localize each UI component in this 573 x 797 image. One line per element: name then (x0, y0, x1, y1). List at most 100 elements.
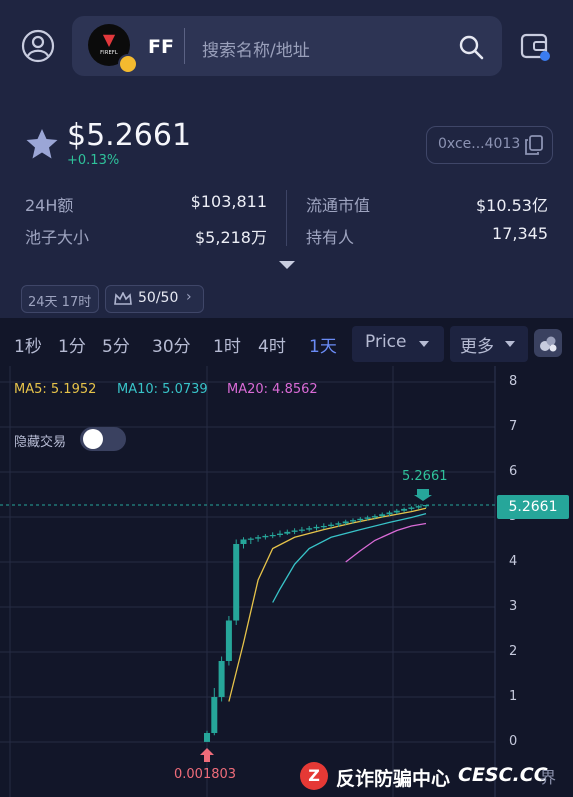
y-tick-1: 1 (509, 689, 518, 704)
last-price-tag: 5.2661 (497, 495, 569, 519)
candle-body (233, 544, 240, 621)
user-profile-icon[interactable] (21, 29, 55, 63)
chevron-right-icon: › (186, 289, 192, 305)
score-text: 50/50 (138, 290, 179, 306)
watermark-text-en: CESC.CC (458, 764, 548, 786)
low-marker-arrow (200, 748, 214, 762)
candle-body (408, 507, 415, 509)
score-chip[interactable]: 50/50 › (105, 285, 204, 313)
tab-1m[interactable]: 1分 (58, 332, 86, 357)
search-divider (184, 28, 185, 64)
hide-trades-toggle[interactable] (80, 427, 126, 451)
indicator-settings-button[interactable] (534, 329, 562, 357)
stat-value-holders: 17,345 (492, 224, 548, 243)
candle-body (284, 531, 291, 534)
candle-body (379, 514, 386, 517)
tab-4h[interactable]: 4时 (258, 332, 286, 357)
candle-body (313, 526, 320, 529)
tab-30m[interactable]: 30分 (152, 332, 191, 357)
more-dropdown-label: 更多 (460, 337, 494, 357)
hide-trades-label: 隐藏交易 (14, 435, 67, 450)
stat-label-holders: 持有人 (306, 228, 355, 247)
ma20-legend: MA20: 4.8562 (227, 382, 318, 397)
token-search-bar[interactable]: ▼ FIREFL FF 搜索名称/地址 (72, 16, 502, 76)
y-tick-2: 2 (509, 644, 518, 659)
high-marker-arrow (414, 489, 432, 502)
candle-body (247, 538, 254, 540)
token-logo: ▼ FIREFL (88, 24, 138, 74)
candle-body (401, 508, 408, 511)
y-tick-0: 0 (509, 734, 518, 749)
candle-body (328, 524, 335, 526)
caret-down-icon (419, 341, 429, 347)
candle-body (386, 512, 393, 515)
y-tick-8: 8 (509, 374, 518, 389)
crown-icon (114, 292, 132, 305)
caret-down-icon (505, 341, 515, 347)
copy-icon[interactable] (525, 135, 543, 155)
stat-value-mcap: $10.53亿 (476, 196, 548, 215)
candle-body (357, 518, 364, 521)
tab-5m[interactable]: 5分 (102, 332, 130, 357)
candle-body (364, 517, 371, 519)
timeframe-bar: 1秒 1分 5分 30分 1时 4时 1天 Price 更多 (0, 326, 573, 362)
y-tick-7: 7 (509, 419, 518, 434)
tab-1d[interactable]: 1天 (309, 332, 337, 357)
more-dropdown[interactable]: 更多 (450, 326, 528, 362)
tab-1s[interactable]: 1秒 (14, 332, 42, 357)
token-price: $5.2661 (67, 118, 192, 153)
candle-body (269, 535, 276, 537)
candle-body (306, 528, 313, 530)
price-change: +0.13% (67, 153, 120, 168)
candle-body (240, 539, 247, 544)
candle-body (218, 661, 225, 697)
candle-body (342, 521, 349, 524)
candle-body (350, 520, 356, 522)
candle-body (371, 516, 378, 518)
ma10-legend: MA10: 5.0739 (117, 382, 208, 397)
high-price-label: 5.2661 (402, 469, 448, 484)
candle-body (320, 526, 327, 528)
y-tick-3: 3 (509, 599, 518, 614)
candle-body (277, 533, 283, 535)
candle-body (423, 505, 429, 507)
ma10-line (272, 513, 427, 603)
low-price-label: 0.001803 (174, 767, 237, 782)
stat-label-volume: 24H额 (25, 196, 74, 215)
stat-value-volume: $103,811 (190, 192, 267, 211)
bnb-chain-badge-icon (118, 54, 138, 74)
token-symbol: FF (148, 36, 174, 58)
search-icon[interactable] (458, 34, 484, 60)
candle-body (393, 510, 400, 513)
candle-body (415, 506, 422, 508)
candle-body (291, 530, 298, 532)
indicators-icon (540, 336, 557, 352)
favorite-star-icon[interactable] (24, 127, 60, 161)
wallet-icon[interactable] (520, 31, 552, 63)
stat-label-mcap: 流通市值 (306, 196, 371, 215)
candle-body (204, 733, 210, 742)
watermark-text-cn: 反诈防骗中心 (336, 768, 451, 790)
candle-body (255, 537, 262, 539)
tab-1h[interactable]: 1时 (213, 332, 241, 357)
firefly-logo-icon: ▼ (102, 30, 116, 49)
search-input[interactable]: 搜索名称/地址 (202, 36, 310, 61)
ma20-line (345, 522, 427, 563)
stats-divider (286, 190, 287, 246)
ma5-legend: MA5: 5.1952 (14, 382, 97, 397)
stat-value-pool: $5,218万 (195, 228, 267, 247)
age-text: 24天 17时 (28, 295, 92, 310)
price-dropdown-label: Price (365, 332, 407, 352)
y-tick-6: 6 (509, 464, 518, 479)
candle-body (262, 535, 269, 538)
stat-label-pool: 池子大小 (25, 228, 90, 247)
candle-body (211, 697, 218, 733)
token-header-panel: ▼ FIREFL FF 搜索名称/地址 $5.2661 +0.13% 0xce.… (0, 0, 573, 318)
contract-address-button[interactable]: 0xce...4013 (426, 126, 553, 164)
expand-chevron-icon[interactable] (277, 260, 297, 270)
toggle-knob (83, 429, 103, 449)
candle-body (298, 529, 305, 531)
price-dropdown[interactable]: Price (352, 326, 444, 362)
watermark-logo-icon: Z (300, 762, 328, 790)
watermark-partial: 界 (540, 768, 557, 787)
